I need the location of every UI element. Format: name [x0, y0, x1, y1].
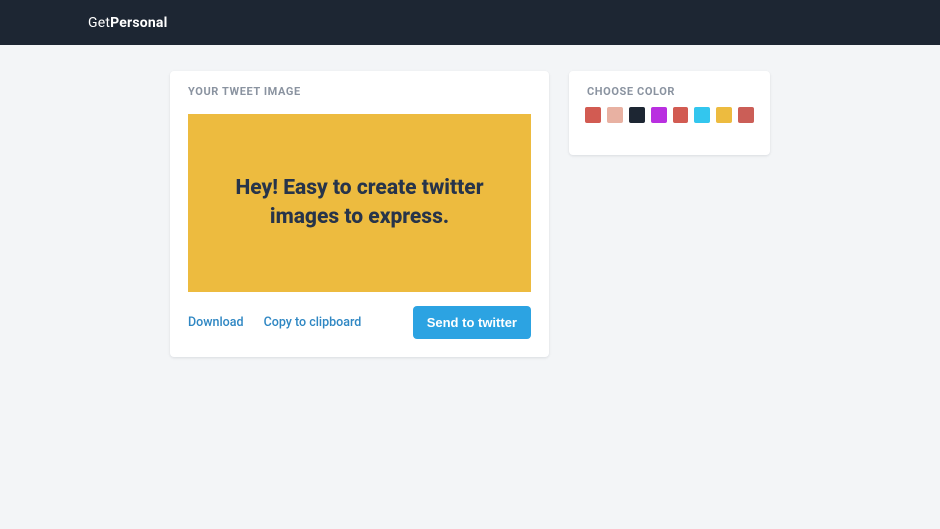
tweet-actions: Download Copy to clipboard Send to twitt… [188, 306, 531, 339]
tweet-card-title: YOUR TWEET IMAGE [170, 71, 549, 100]
color-swatch[interactable] [673, 107, 689, 123]
brand-bold: Personal [110, 15, 167, 31]
color-swatch[interactable] [738, 107, 754, 123]
color-swatch[interactable] [651, 107, 667, 123]
color-swatch[interactable] [716, 107, 732, 123]
color-card-title: CHOOSE COLOR [569, 71, 770, 100]
brand-prefix: Get [88, 15, 110, 31]
tweet-image-card: YOUR TWEET IMAGE Hey! Easy to create twi… [170, 71, 549, 357]
navbar: GetPersonal [0, 0, 940, 45]
copy-to-clipboard-link[interactable]: Copy to clipboard [264, 315, 362, 330]
tweet-image-preview: Hey! Easy to create twitter images to ex… [188, 114, 531, 292]
download-link[interactable]: Download [188, 315, 244, 330]
page-content: YOUR TWEET IMAGE Hey! Easy to create twi… [0, 45, 940, 357]
tweet-card-body: Hey! Easy to create twitter images to ex… [170, 100, 549, 357]
color-swatch[interactable] [694, 107, 710, 123]
choose-color-card: CHOOSE COLOR [569, 71, 770, 155]
tweet-image-text: Hey! Easy to create twitter images to ex… [208, 174, 511, 233]
color-swatch[interactable] [629, 107, 645, 123]
color-swatch-row [569, 100, 770, 133]
brand: GetPersonal [88, 15, 168, 31]
color-swatch[interactable] [585, 107, 601, 123]
color-swatch[interactable] [607, 107, 623, 123]
send-to-twitter-button[interactable]: Send to twitter [413, 306, 531, 339]
